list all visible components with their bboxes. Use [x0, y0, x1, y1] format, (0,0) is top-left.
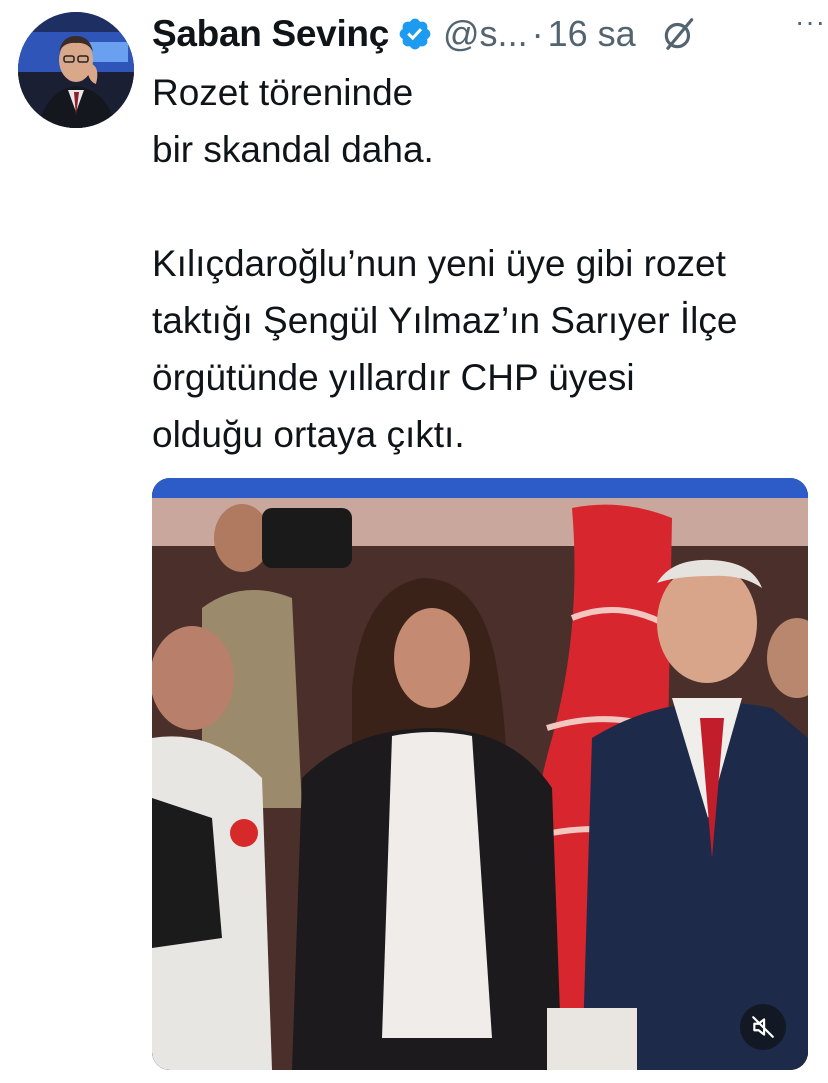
verified-badge-icon	[397, 16, 433, 52]
tweet-text-line: bir skandal daha.	[152, 129, 434, 170]
tweet-header: Şaban Sevinç @s... · 16 sa	[152, 10, 812, 58]
avatar[interactable]	[18, 12, 134, 128]
tweet[interactable]: Şaban Sevinç @s... · 16 sa ··· Rozet tör…	[0, 0, 828, 1083]
mute-button[interactable]	[740, 1004, 786, 1050]
grok-icon[interactable]	[660, 15, 698, 53]
tweet-text-line: taktığı Şengül Yılmaz’ın Sarıyer İlçe	[152, 300, 738, 341]
volume-muted-icon	[750, 1014, 776, 1040]
author-handle[interactable]: @s...	[443, 13, 528, 55]
author-name[interactable]: Şaban Sevinç	[152, 13, 389, 55]
video-player[interactable]	[152, 478, 808, 1070]
tweet-text: Rozet töreninde bir skandal daha. Kılıçd…	[152, 64, 822, 463]
tweet-text-line: örgütünde yıllardır CHP üyesi	[152, 357, 635, 398]
tweet-text-line: olduğu ortaya çıktı.	[152, 414, 465, 455]
separator-dot: ·	[531, 13, 544, 54]
video-frame	[152, 478, 808, 1070]
more-icon[interactable]: ···	[795, 6, 826, 38]
tweet-time[interactable]: 16 sa	[548, 13, 636, 55]
tweet-text-line: Kılıçdaroğlu’nun yeni üye gibi rozet	[152, 243, 726, 284]
tweet-text-line: Rozet töreninde	[152, 72, 414, 113]
